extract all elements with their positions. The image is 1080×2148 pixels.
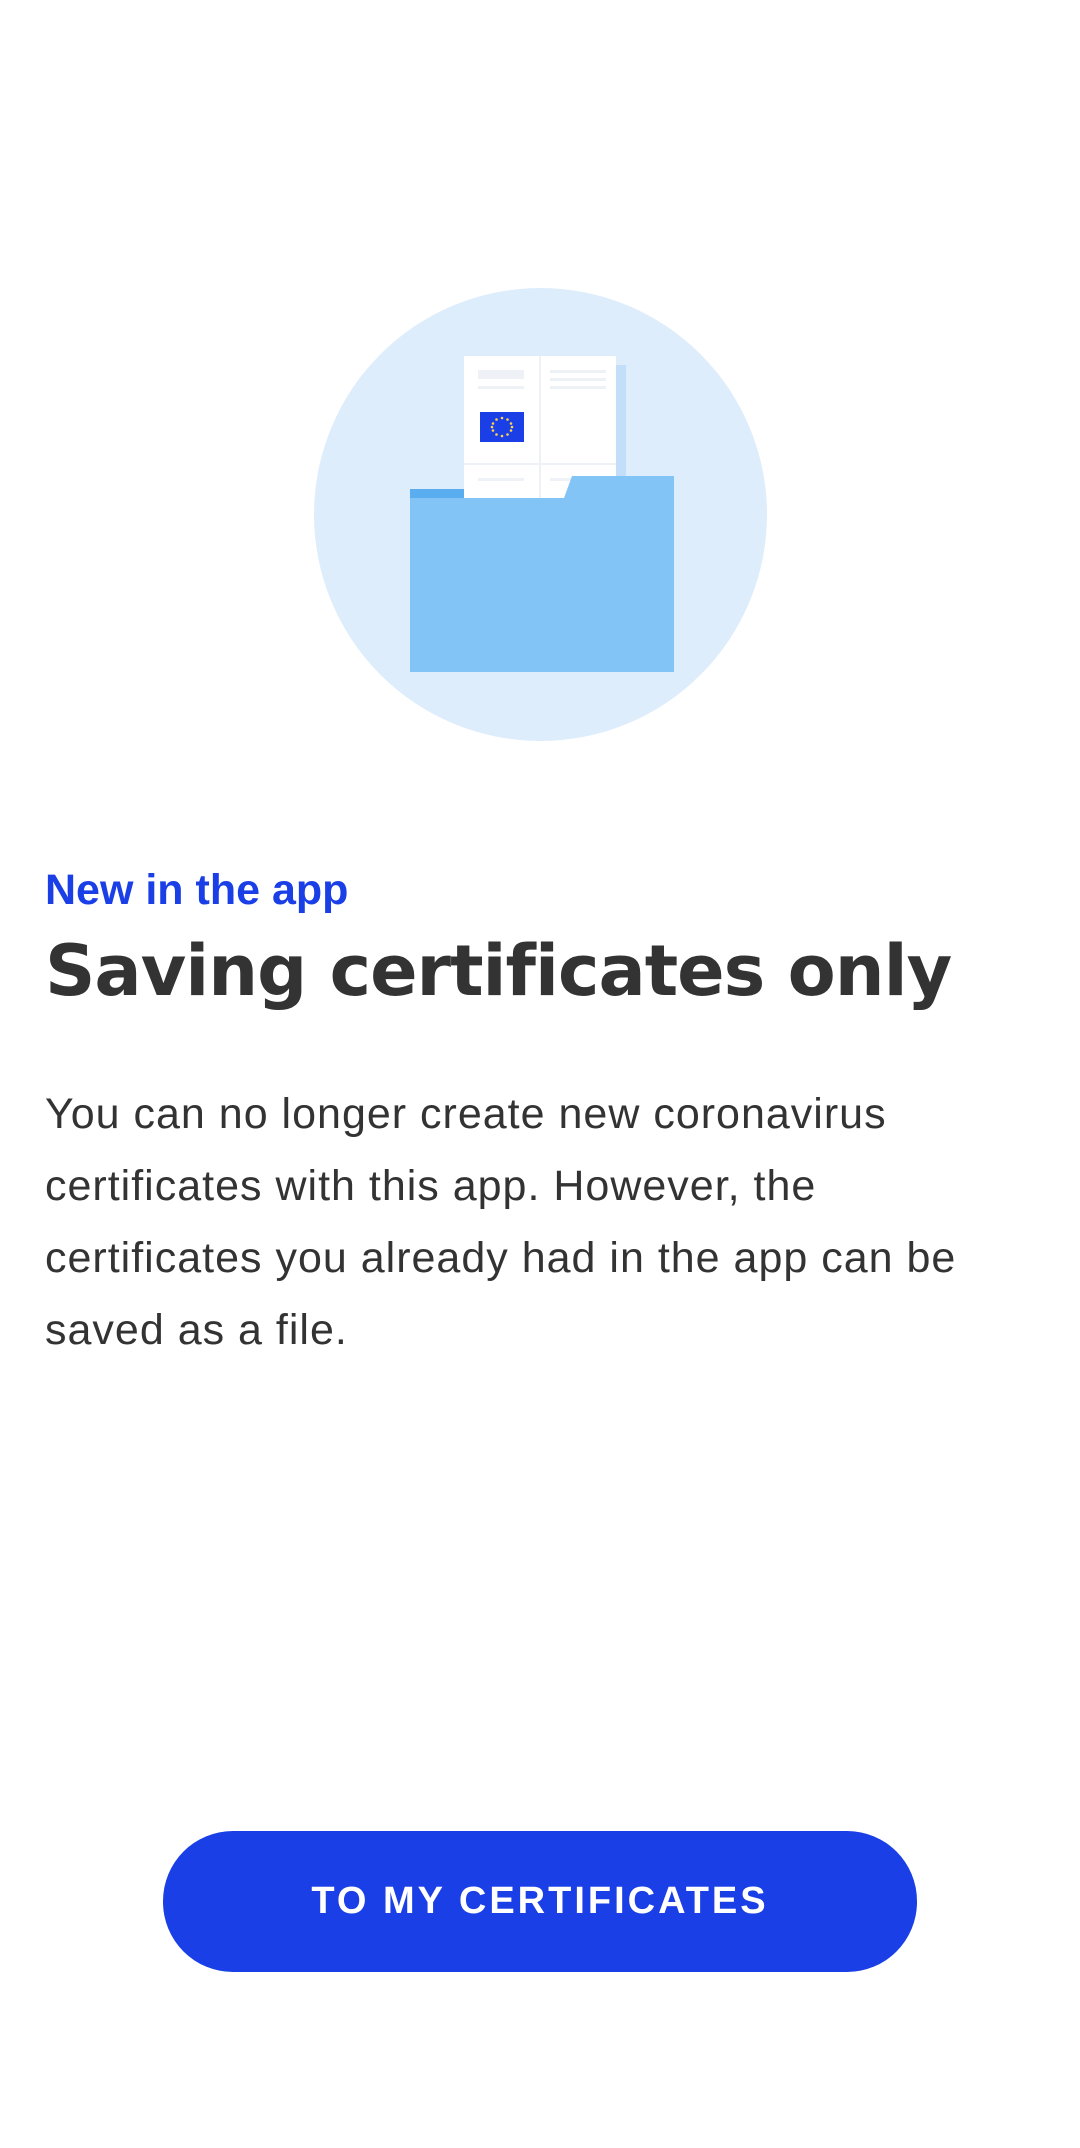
certificate-folder-illustration — [314, 288, 767, 741]
page-title: Saving certificates only — [45, 930, 952, 1012]
to-my-certificates-button[interactable]: TO MY CERTIFICATES — [163, 1831, 917, 1972]
description-text: You can no longer create new coronavirus… — [45, 1090, 957, 1354]
new-feature-label: New in the app — [45, 866, 349, 914]
certificate-folder-icon — [314, 288, 767, 741]
